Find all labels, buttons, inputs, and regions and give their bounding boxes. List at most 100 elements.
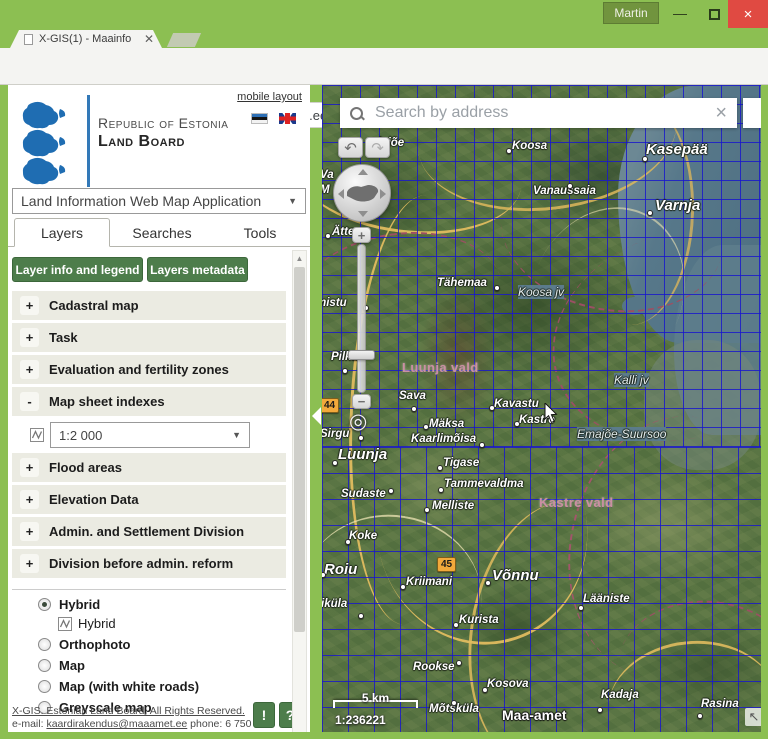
radio-icon[interactable] [38,659,51,672]
tab-layers[interactable]: Layers [14,218,110,247]
map-label-v-nnu: Võnnu [492,567,539,584]
map-label-koke: Koke [349,530,377,542]
sidebar-collapse-chevron-icon[interactable] [311,405,322,427]
accordion-evaluation-and-fertility-zones[interactable]: +Evaluation and fertility zones [12,355,286,384]
expand-icon[interactable]: + [20,360,39,379]
map-history-back-button[interactable]: ↶ [338,137,363,158]
map-attribution: Maa-amet [502,707,567,723]
map-viewport[interactable]: VaMlajõeKoosaKasepääVanaussaiaVarnjaÄtte… [322,85,761,732]
alert-button[interactable]: ! [253,702,275,728]
expand-icon[interactable]: + [20,490,39,509]
radio-icon[interactable] [38,680,51,693]
footer-email-link[interactable]: kaardirakendus@maaamet.ee [46,718,187,730]
zoom-out-button[interactable]: − [352,394,371,409]
search-clear-icon[interactable]: × [715,102,727,125]
pan-south-icon[interactable] [358,211,368,217]
tab-searches[interactable]: Searches [110,218,214,247]
org-name-line2: Land Board [98,133,185,151]
zoom-in-button[interactable]: + [352,227,371,243]
footer-copyright-link[interactable]: X-GIS. Estonian Land Board. All Rights R… [12,705,245,717]
expand-icon[interactable]: + [20,328,39,347]
new-tab-button[interactable] [167,33,201,47]
place-dot [332,460,338,466]
search-icon [350,107,363,120]
accordion-label: Division before admin. reform [49,556,233,571]
place-dot [325,233,331,239]
radio-icon[interactable] [38,638,51,651]
accordion-admin-and-settlement-division[interactable]: +Admin. and Settlement Division [12,517,286,546]
place-dot [400,584,406,590]
mobile-layout-link[interactable]: mobile layout [237,91,302,103]
map-sheet-scale-row: 1:2 000 ▼ [12,419,286,451]
search-input[interactable] [375,104,715,122]
search-side-panel[interactable] [743,98,761,128]
map-history-forward-button[interactable]: ↷ [365,137,390,158]
layers-metadata-button[interactable]: Layers metadata [147,257,248,282]
expand-icon[interactable]: + [20,522,39,541]
browser-user-chip[interactable]: Martin [603,2,659,24]
place-dot [482,687,488,693]
zoom-slider-track[interactable] [357,244,366,393]
accordion-label: Map sheet indexes [49,394,165,409]
scroll-up-icon[interactable]: ▲ [293,251,306,266]
expand-icon[interactable]: + [20,296,39,315]
map-label-koosa-jv: Koosa jv [518,285,564,299]
org-name-line1: Republic of Estonia [98,115,228,131]
basemap-option-hybrid[interactable]: Hybrid [38,594,288,614]
layers-accordion: +Cadastral map +Task +Evaluation and ferti… [12,291,286,581]
place-dot [567,183,573,189]
layer-info-legend-button[interactable]: Layer info and legend [12,257,143,282]
place-dot [424,507,430,513]
map-sheet-scale-select[interactable]: 1:2 000 ▼ [50,422,250,448]
maximize-button[interactable] [700,0,728,28]
estonian-flag-icon[interactable] [251,113,268,124]
uk-flag-icon[interactable] [279,113,296,124]
expand-icon[interactable]: + [20,554,39,573]
place-dot [642,156,648,162]
basemap-label: Hybrid [59,597,100,612]
accordion-cadastral-map[interactable]: +Cadastral map [12,291,286,320]
basemap-option-orthophoto[interactable]: Orthophoto [38,634,288,654]
basemap-label: Map (with white roads) [59,679,199,694]
map-sheet-scale-value: 1:2 000 [59,428,102,443]
basemap-label: Orthophoto [59,637,130,652]
tab-tools[interactable]: Tools [214,218,306,247]
browser-toolbar: ← → Secure https://xgis.maaamet.ee/maps/… [0,48,768,85]
basemap-option-map-with-white-roads[interactable]: Map (with white roads) [38,676,288,696]
pan-overview-ball[interactable] [333,164,391,222]
browser-tab[interactable]: X-GIS(1) - Maainfo ✕ [10,30,162,48]
zoom-slider-thumb[interactable] [348,350,375,360]
collapse-icon[interactable]: - [20,392,39,411]
close-button[interactable]: × [728,0,768,28]
sidebar-scrollbar[interactable]: ▲ ▼ [292,250,307,732]
accordion-elevation-data[interactable]: +Elevation Data [12,485,286,514]
address-search-bar[interactable]: × [340,98,737,128]
accordion-division-before-admin-reform[interactable]: + Division before admin. reform [12,549,286,578]
accordion-map-sheet-indexes[interactable]: -Map sheet indexes [12,387,286,416]
radio-icon[interactable] [38,598,51,611]
hybrid-sublayer-row[interactable]: Hybrid [38,615,288,632]
basemap-option-map[interactable]: Map [38,655,288,675]
estonia-lions-logo [20,101,78,185]
expand-icon[interactable]: + [20,458,39,477]
map-label-kavastu: Kavastu [494,398,539,410]
map-label-roiu: Roiu [324,561,357,578]
place-dot [411,406,417,412]
tab-close-icon[interactable]: ✕ [144,32,154,46]
scrollbar-thumb[interactable] [294,267,305,632]
expand-corner-icon[interactable]: ↖ [745,708,761,726]
accordion-task[interactable]: +Task [12,323,286,352]
minimize-button[interactable]: — [666,0,694,28]
geolocate-icon[interactable]: ◎ [349,409,367,434]
chevron-down-icon: ▼ [232,430,241,440]
place-dot [597,707,603,713]
map-label-kosova: Kosova [487,678,529,690]
place-dot [358,613,364,619]
mouse-cursor [544,403,559,424]
place-dot [647,210,653,216]
footer-email-prefix: e-mail: [12,718,46,730]
application-select[interactable]: Land Information Web Map Application ▼ [12,188,306,214]
place-dot [423,424,429,430]
pan-north-icon[interactable] [358,169,368,175]
accordion-flood-areas[interactable]: +Flood areas [12,453,286,482]
